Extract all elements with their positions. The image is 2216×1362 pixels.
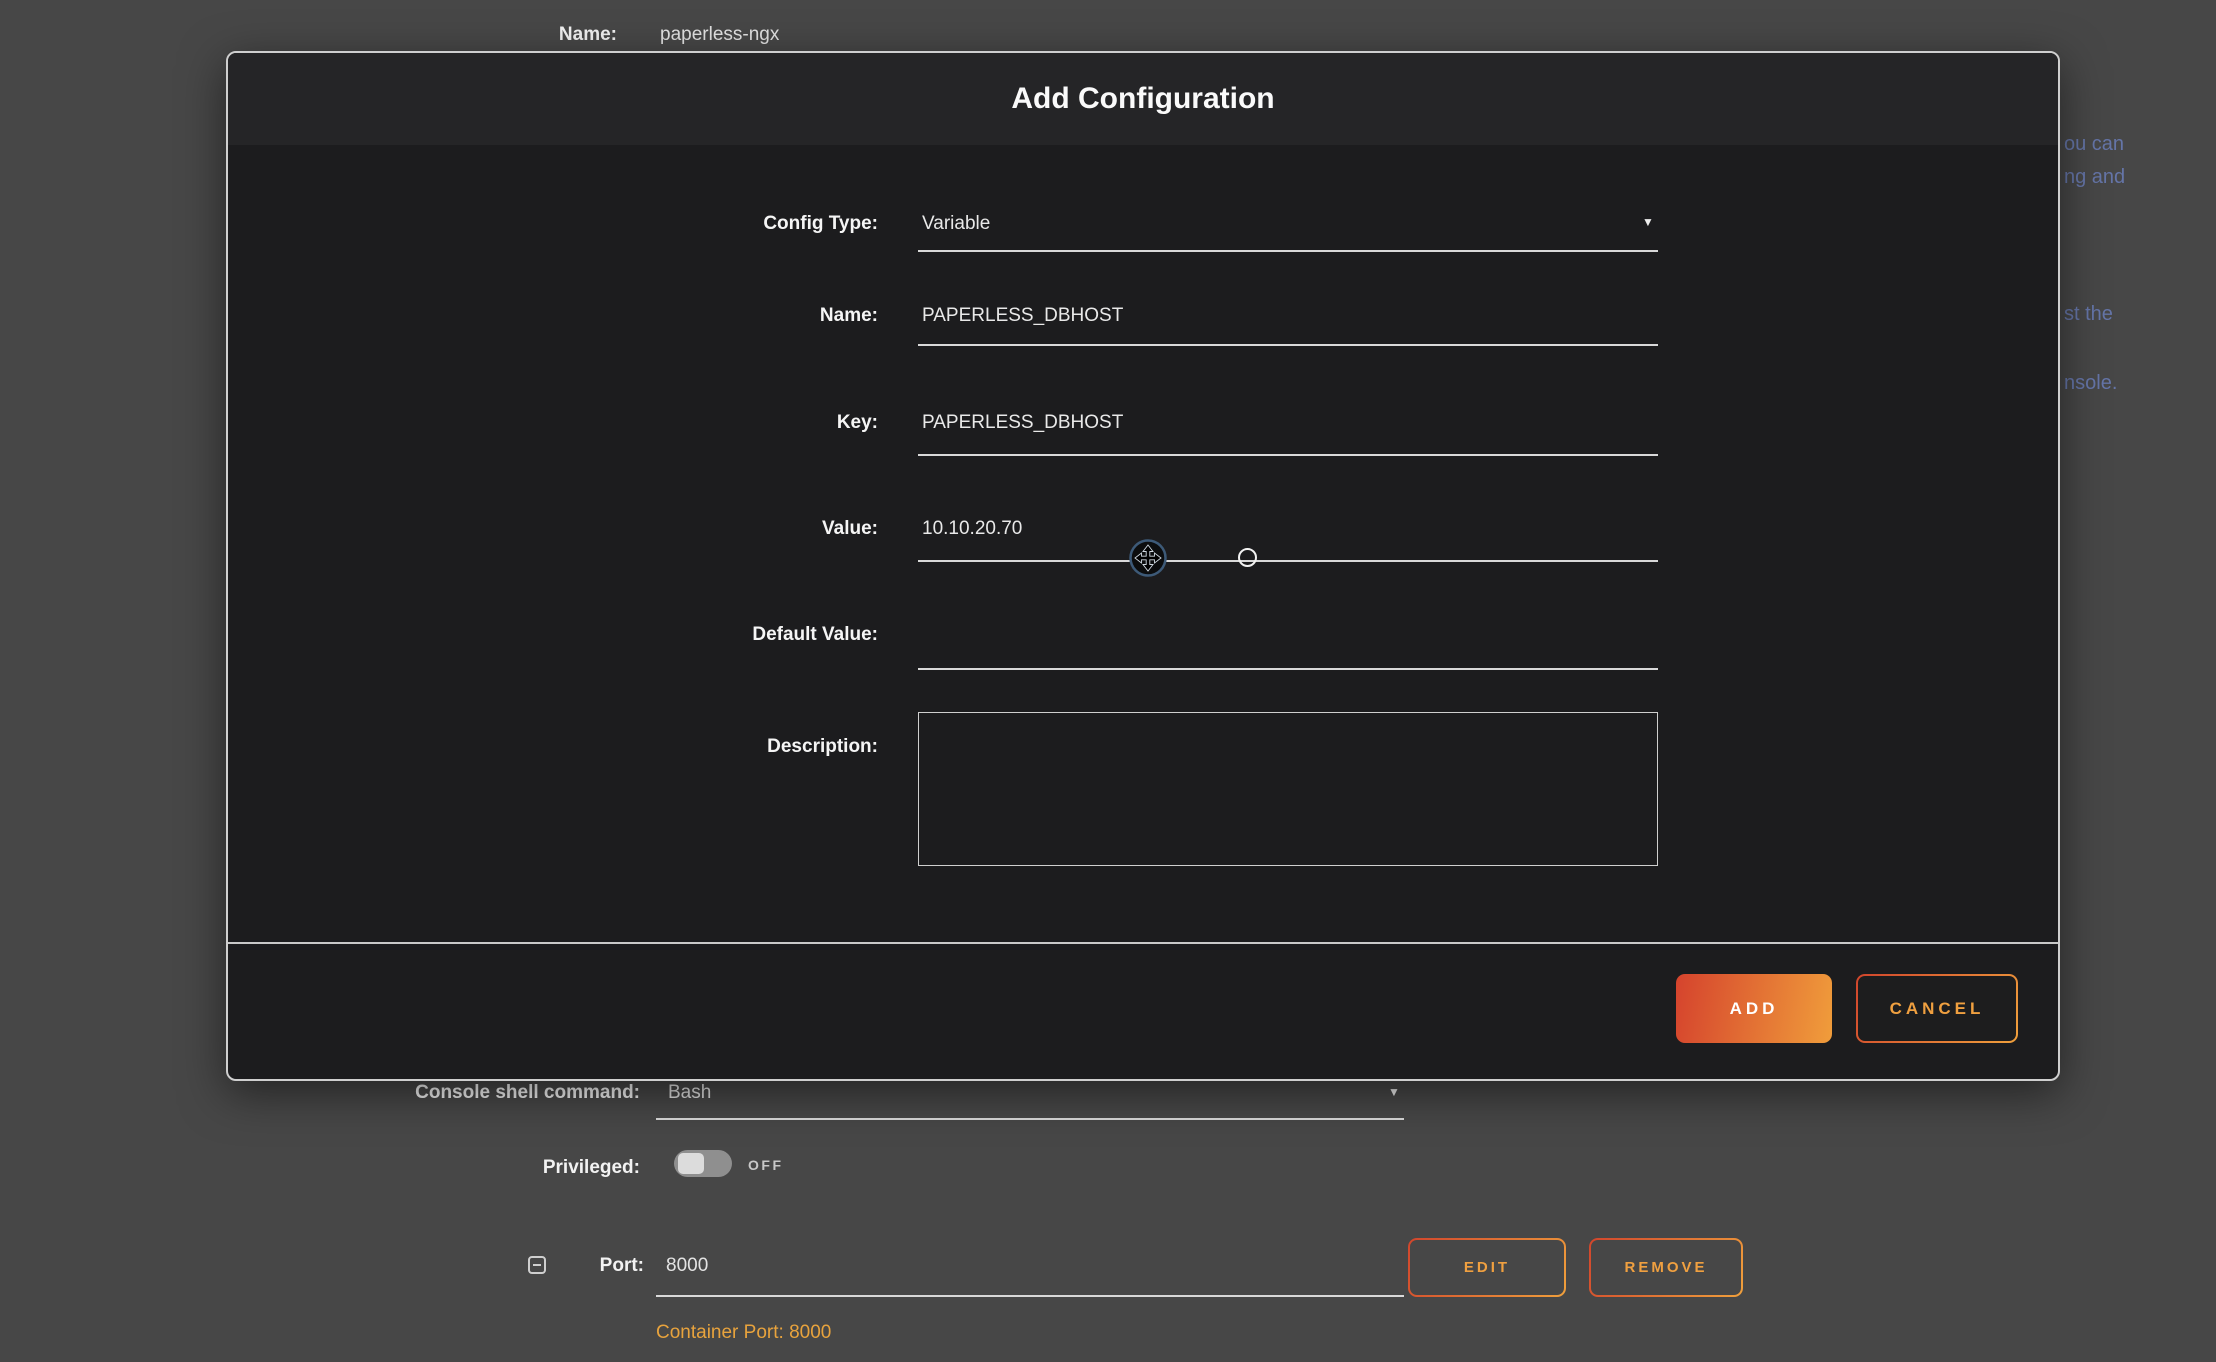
config-type-label: Config Type: (228, 213, 878, 235)
key-label: Key: (228, 412, 878, 434)
key-input[interactable] (918, 408, 1658, 438)
modal-footer-divider (228, 942, 2058, 944)
remove-button-label: REMOVE (1591, 1240, 1741, 1295)
name-underline (918, 344, 1658, 346)
key-underline (918, 454, 1658, 456)
description-textarea[interactable] (918, 712, 1658, 866)
cancel-button-label: CANCEL (1858, 976, 2016, 1041)
value-input[interactable] (918, 514, 1658, 544)
description-label: Description: (228, 736, 878, 758)
config-type-underline (918, 250, 1658, 252)
value-label: Value: (228, 518, 878, 540)
name-label: Name: (228, 305, 878, 327)
privileged-state-label: OFF (748, 1157, 784, 1173)
privileged-label: Privileged: (0, 1157, 640, 1179)
default-value-input[interactable] (918, 620, 1658, 650)
toggle-knob (678, 1153, 704, 1174)
click-indicator-ring (1238, 548, 1257, 567)
config-type-select[interactable]: Variable (922, 213, 1652, 235)
dropdown-arrow-icon[interactable]: ▼ (1642, 216, 1654, 228)
default-value-underline (918, 668, 1658, 670)
port-label: Port: (0, 1255, 644, 1277)
cancel-button[interactable]: CANCEL (1856, 974, 2018, 1043)
port-underline (656, 1295, 1404, 1297)
edit-button-label: EDIT (1410, 1240, 1564, 1295)
console-shell-select[interactable]: Bash (668, 1082, 711, 1104)
default-value-label: Default Value: (228, 624, 878, 646)
value-underline (918, 560, 1658, 562)
modal-title: Add Configuration (1011, 82, 1274, 116)
modal-header: Add Configuration (228, 53, 2058, 145)
container-name-label: Name: (0, 24, 617, 46)
clipped-help-text: ou can (2064, 133, 2124, 156)
clipped-help-text: nsole. (2064, 372, 2117, 395)
add-button[interactable]: ADD (1676, 974, 1832, 1043)
clipped-help-text: ng and (2064, 166, 2125, 189)
container-name-value[interactable]: paperless-ngx (660, 24, 779, 46)
console-shell-underline (656, 1118, 1404, 1120)
port-value[interactable]: 8000 (666, 1255, 708, 1277)
name-input[interactable] (918, 301, 1658, 331)
clipped-help-text: st the (2064, 303, 2113, 326)
move-cursor-icon (1128, 538, 1168, 578)
console-shell-label: Console shell command: (0, 1082, 640, 1104)
privileged-toggle[interactable] (674, 1150, 732, 1177)
dropdown-arrow-icon[interactable]: ▼ (1388, 1086, 1400, 1098)
remove-button[interactable]: REMOVE (1589, 1238, 1743, 1297)
container-port-note: Container Port: 8000 (656, 1322, 831, 1344)
edit-button[interactable]: EDIT (1408, 1238, 1566, 1297)
